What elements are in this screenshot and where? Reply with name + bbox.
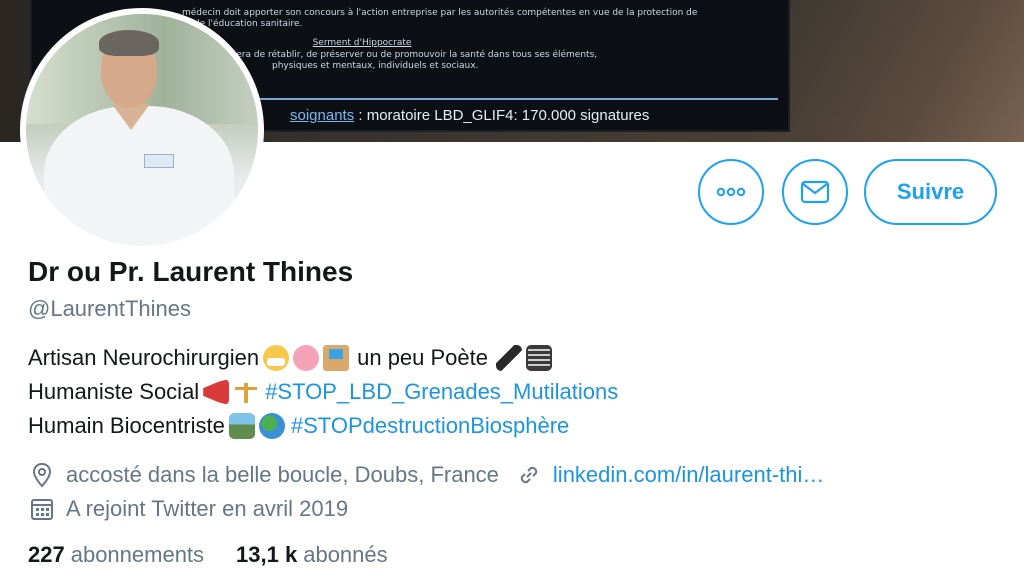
profile-meta-row: accosté dans la belle boucle, Doubs, Fra… <box>28 460 824 490</box>
following-stat[interactable]: 227 abonnements <box>28 542 204 568</box>
bio-line: Artisan Neurochirurgien un peu Poète <box>28 341 618 375</box>
banner-background <box>790 0 1024 142</box>
bio-text: Humaniste Social <box>28 379 200 404</box>
banner-signature: soignants : moratoire LBD_GLIF4: 170.000… <box>290 107 649 124</box>
link-icon <box>515 461 543 489</box>
hospital-icon <box>323 345 350 371</box>
banner-text-line: et de l'éducation sanitaire. <box>182 19 303 29</box>
following-label: abonnements <box>70 542 205 567</box>
bio-text: un peu Poète <box>357 345 489 370</box>
profile-bio: Artisan Neurochirurgien un peu Poète Hum… <box>28 341 618 443</box>
profile-website-link[interactable]: linkedin.com/in/laurent-thi… <box>553 462 824 488</box>
banner-signature-link: soignants <box>290 107 355 124</box>
followers-label: abonnés <box>303 542 388 567</box>
avatar-photo <box>26 14 258 246</box>
fountain-pen-icon <box>496 345 523 371</box>
banner-text-line: mier souci sera de rétablir, de préserve… <box>182 50 598 60</box>
profile-meta-row: A rejoint Twitter en avril 2019 <box>28 494 348 524</box>
message-button[interactable] <box>782 159 848 225</box>
more-icon <box>716 187 746 197</box>
avatar[interactable] <box>20 8 264 252</box>
balance-scale-icon <box>233 379 259 405</box>
mask-face-icon <box>263 345 290 371</box>
notebook-icon <box>526 345 553 371</box>
banner-text-line: physiques et mentaux, individuels et soc… <box>272 61 479 71</box>
profile-stats: 227 abonnements 13,1 k abonnés <box>28 542 420 568</box>
profile-handle: @LaurentThines <box>28 296 191 321</box>
following-count: 227 <box>28 542 65 567</box>
follow-button[interactable]: Suivre <box>864 159 997 225</box>
calendar-icon <box>28 495 56 523</box>
more-options-button[interactable] <box>698 159 764 225</box>
location-pin-icon <box>28 461 56 489</box>
mail-icon <box>800 180 830 204</box>
bio-line: Humaniste Social #STOP_LBD_Grenades_Muti… <box>28 375 618 409</box>
profile-joined-date: A rejoint Twitter en avril 2019 <box>66 496 349 521</box>
hashtag-link[interactable]: #STOP_LBD_Grenades_Mutilations <box>265 375 618 409</box>
megaphone-icon <box>203 379 230 405</box>
followers-stat[interactable]: 13,1 k abonnés <box>236 542 388 568</box>
banner-signature-text: : moratoire LBD_GLIF4: 170.000 signature… <box>354 107 650 124</box>
national-park-icon <box>228 413 255 439</box>
hashtag-link[interactable]: #STOPdestructionBiosphère <box>291 409 569 443</box>
profile-location: accosté dans la belle boucle, Doubs, Fra… <box>66 462 499 487</box>
brain-icon <box>293 345 320 371</box>
bio-line: Humain Biocentriste #STOPdestructionBios… <box>28 409 618 443</box>
profile-name: Dr ou Pr. Laurent Thines <box>28 256 354 287</box>
bio-text: Artisan Neurochirurgien <box>28 345 260 370</box>
globe-icon <box>258 413 285 439</box>
banner-text-line: médecin doit apporter son concours à l'a… <box>182 8 698 18</box>
followers-count: 13,1 k <box>236 542 298 567</box>
bio-text: Humain Biocentriste <box>28 413 225 438</box>
